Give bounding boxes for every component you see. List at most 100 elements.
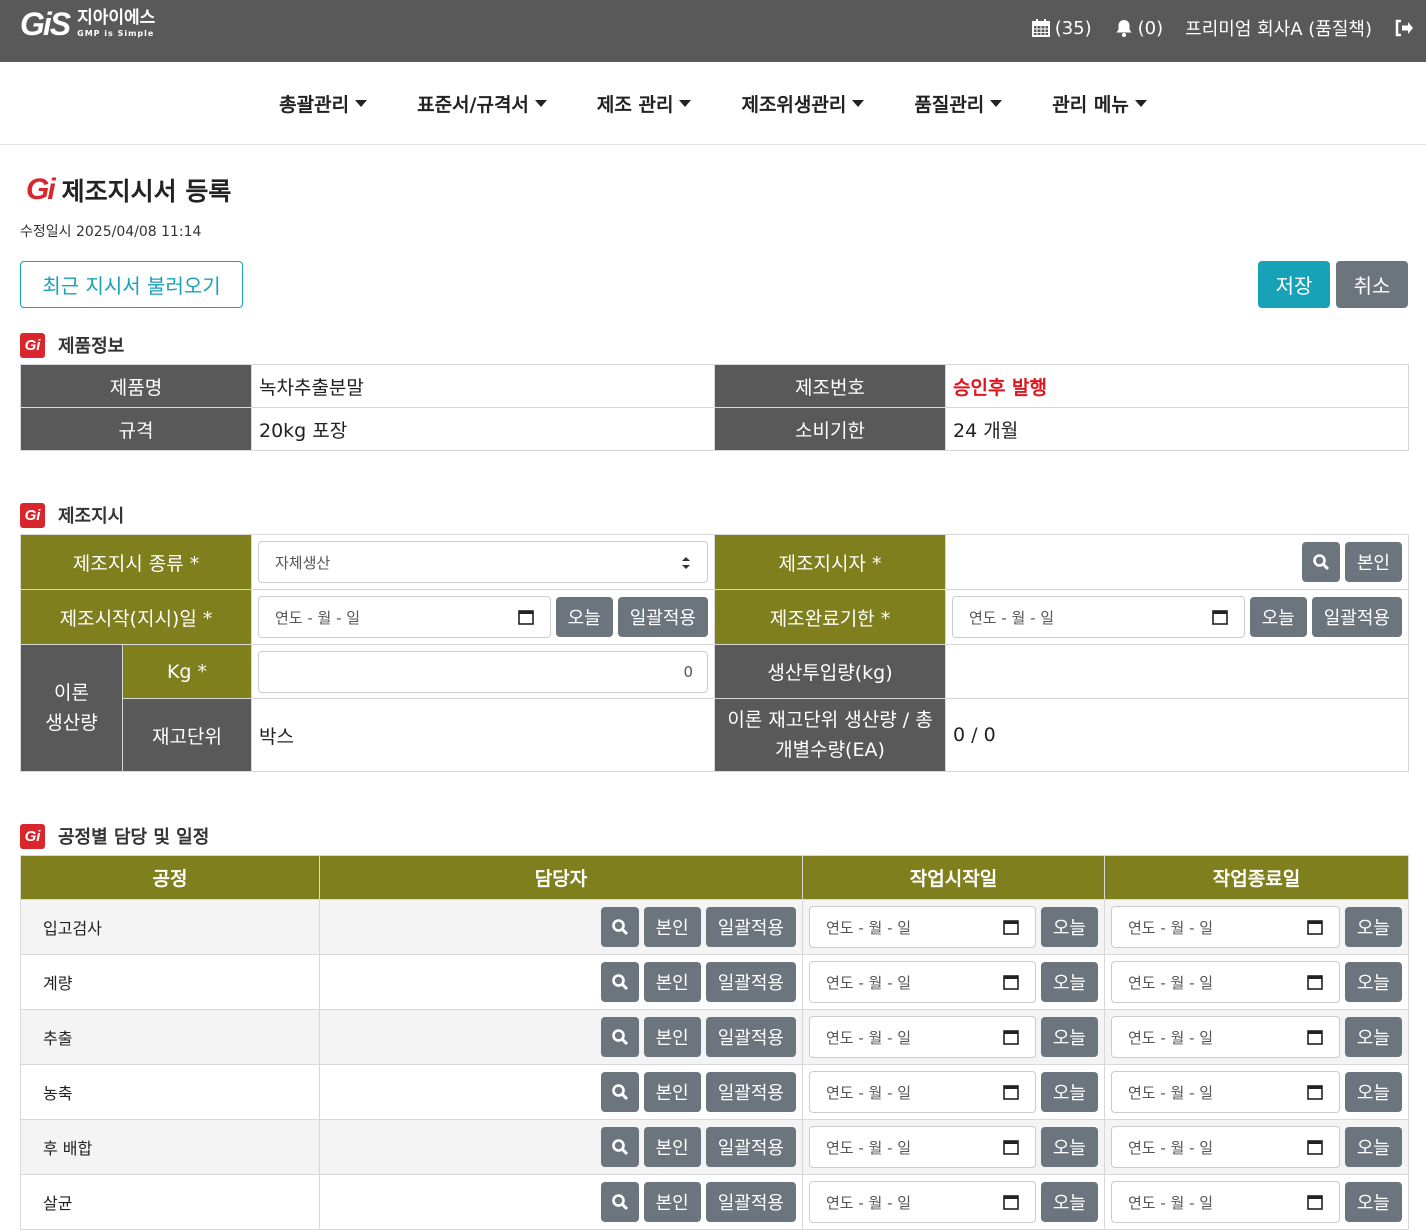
caret-down-icon: [990, 99, 1003, 107]
work-start-date-input[interactable]: 연도 - 월 - 일: [809, 1126, 1036, 1168]
calendar-icon: [1211, 610, 1228, 625]
caret-down-icon: [679, 99, 692, 107]
assignee-apply-all-button[interactable]: 일괄적용: [705, 907, 796, 947]
self-assignee-button[interactable]: 본인: [643, 962, 701, 1002]
label-theoretical-yield: 이론 생산량: [20, 644, 123, 772]
work-end-today-button[interactable]: 오늘: [1344, 1182, 1402, 1222]
work-end-date-input[interactable]: 연도 - 월 - 일: [1111, 1126, 1340, 1168]
self-assignee-button[interactable]: 본인: [643, 1072, 701, 1112]
start-date-today-button[interactable]: 오늘: [555, 597, 613, 637]
section-manufacturing-order: Gi 제조지시: [20, 502, 124, 528]
calendar-button[interactable]: (35): [1031, 18, 1092, 39]
nav-hygiene[interactable]: 제조위생관리: [741, 90, 865, 117]
assignee-apply-all-button[interactable]: 일괄적용: [705, 1127, 796, 1167]
nav-quality[interactable]: 품질관리: [914, 90, 1003, 117]
nav-admin[interactable]: 관리 메뉴: [1052, 90, 1147, 117]
save-button[interactable]: 저장: [1258, 261, 1330, 308]
self-assignee-button[interactable]: 본인: [643, 907, 701, 947]
search-assignee-button[interactable]: [600, 907, 639, 947]
work-end-today-button[interactable]: 오늘: [1344, 962, 1402, 1002]
self-assignee-button[interactable]: 본인: [643, 1182, 701, 1222]
user-name[interactable]: 프리미엄 회사A (품질책): [1185, 15, 1372, 41]
product-info-table: 제품명 녹차추출분말 제조번호 승인후 발행 규격 20kg 포장 소비기한 2…: [20, 364, 1409, 451]
main-nav: 총괄관리 표준서/규격서 제조 관리 제조위생관리 품질관리 관리 메뉴: [0, 62, 1426, 145]
kg-input[interactable]: 0: [258, 650, 708, 693]
nav-standards[interactable]: 표준서/규격서: [417, 90, 547, 117]
search-assignee-button[interactable]: [600, 1017, 639, 1057]
work-start-date-input[interactable]: 연도 - 월 - 일: [809, 1071, 1036, 1113]
calendar-icon: [1307, 1195, 1323, 1210]
order-type-select[interactable]: 자체생산: [258, 541, 708, 583]
date-placeholder: 연도 - 월 - 일: [826, 1138, 912, 1157]
work-start-today-button[interactable]: 오늘: [1040, 1127, 1098, 1167]
company-logo[interactable]: GiS 지아이에스 GMP is Simple: [20, 6, 156, 42]
search-icon: [611, 1084, 628, 1101]
nav-label: 품질관리: [914, 93, 985, 116]
nav-label: 총괄관리: [279, 93, 350, 116]
assignee-apply-all-button[interactable]: 일괄적용: [705, 1182, 796, 1222]
due-date-apply-all-button[interactable]: 일괄적용: [1311, 597, 1402, 637]
notification-count: (0): [1137, 17, 1164, 39]
search-assignee-button[interactable]: [600, 962, 639, 1002]
work-end-date-input[interactable]: 연도 - 월 - 일: [1111, 1016, 1340, 1058]
work-end-date-input[interactable]: 연도 - 월 - 일: [1111, 906, 1340, 948]
work-end-date-input[interactable]: 연도 - 월 - 일: [1111, 961, 1340, 1003]
header-start-date: 작업시작일: [802, 855, 1105, 900]
work-end-today-button[interactable]: 오늘: [1344, 1127, 1402, 1167]
date-placeholder: 연도 - 월 - 일: [1128, 1193, 1214, 1212]
select-arrows-icon: [682, 557, 690, 569]
page-title-block: Gi 제조지시서 등록: [26, 172, 231, 208]
search-orderer-button[interactable]: [1301, 542, 1340, 582]
self-assignee-button[interactable]: 본인: [643, 1017, 701, 1057]
search-icon: [611, 1194, 628, 1211]
search-assignee-button[interactable]: [600, 1072, 639, 1112]
work-end-today-button[interactable]: 오늘: [1344, 1072, 1402, 1112]
work-start-date-input[interactable]: 연도 - 월 - 일: [809, 961, 1036, 1003]
stock-unit-value: 박스: [251, 698, 715, 772]
work-start-date-input[interactable]: 연도 - 월 - 일: [809, 1016, 1036, 1058]
assignee-apply-all-button[interactable]: 일괄적용: [705, 962, 796, 1002]
logo-korean-name: 지아이에스: [77, 8, 156, 28]
work-start-date-input[interactable]: 연도 - 월 - 일: [809, 1181, 1036, 1223]
start-date-apply-all-button[interactable]: 일괄적용: [617, 597, 708, 637]
process-row: 농축 본인 일괄적용 연도 - 월 - 일 오늘 연도 - 월 - 일 오늘: [20, 1064, 1409, 1120]
work-start-date-input[interactable]: 연도 - 월 - 일: [809, 906, 1036, 948]
work-end-date-input[interactable]: 연도 - 월 - 일: [1111, 1181, 1340, 1223]
calendar-icon: [1003, 1195, 1019, 1210]
nav-label: 제조위생관리: [741, 93, 847, 116]
lot-number: 승인후 발행: [945, 364, 1409, 408]
work-start-today-button[interactable]: 오늘: [1040, 1072, 1098, 1112]
work-end-today-button[interactable]: 오늘: [1344, 1017, 1402, 1057]
work-start-today-button[interactable]: 오늘: [1040, 962, 1098, 1002]
start-date-input[interactable]: 연도 - 월 - 일: [258, 596, 551, 638]
load-recent-order-button[interactable]: 최근 지시서 불러오기: [20, 261, 243, 308]
search-assignee-button[interactable]: [600, 1182, 639, 1222]
section-title: 제조지시: [58, 506, 125, 527]
logout-button[interactable]: [1394, 17, 1416, 39]
page-title: 제조지시서 등록: [61, 177, 232, 206]
calendar-count: (35): [1054, 17, 1092, 39]
date-placeholder: 연도 - 월 - 일: [1128, 1138, 1214, 1157]
notification-button[interactable]: (0): [1114, 17, 1164, 39]
product-expiry: 24 개월: [945, 407, 1409, 451]
work-start-today-button[interactable]: 오늘: [1040, 1017, 1098, 1057]
gi-section-icon: Gi: [20, 502, 45, 528]
self-orderer-button[interactable]: 본인: [1344, 542, 1402, 582]
calendar-icon: [1003, 1140, 1019, 1155]
due-date-today-button[interactable]: 오늘: [1249, 597, 1307, 637]
calendar-icon: [1307, 975, 1323, 990]
self-assignee-button[interactable]: 본인: [643, 1127, 701, 1167]
nav-general-management[interactable]: 총괄관리: [279, 90, 368, 117]
work-start-today-button[interactable]: 오늘: [1040, 1182, 1098, 1222]
date-placeholder: 연도 - 월 - 일: [826, 1028, 912, 1047]
work-end-date-input[interactable]: 연도 - 월 - 일: [1111, 1071, 1340, 1113]
assignee-apply-all-button[interactable]: 일괄적용: [705, 1072, 796, 1112]
nav-manufacturing[interactable]: 제조 관리: [597, 90, 692, 117]
work-start-today-button[interactable]: 오늘: [1040, 907, 1098, 947]
search-assignee-button[interactable]: [600, 1127, 639, 1167]
cancel-button[interactable]: 취소: [1336, 261, 1408, 308]
assignee-apply-all-button[interactable]: 일괄적용: [705, 1017, 796, 1057]
work-end-today-button[interactable]: 오늘: [1344, 907, 1402, 947]
due-date-input[interactable]: 연도 - 월 - 일: [952, 596, 1245, 638]
search-icon: [611, 1029, 628, 1046]
